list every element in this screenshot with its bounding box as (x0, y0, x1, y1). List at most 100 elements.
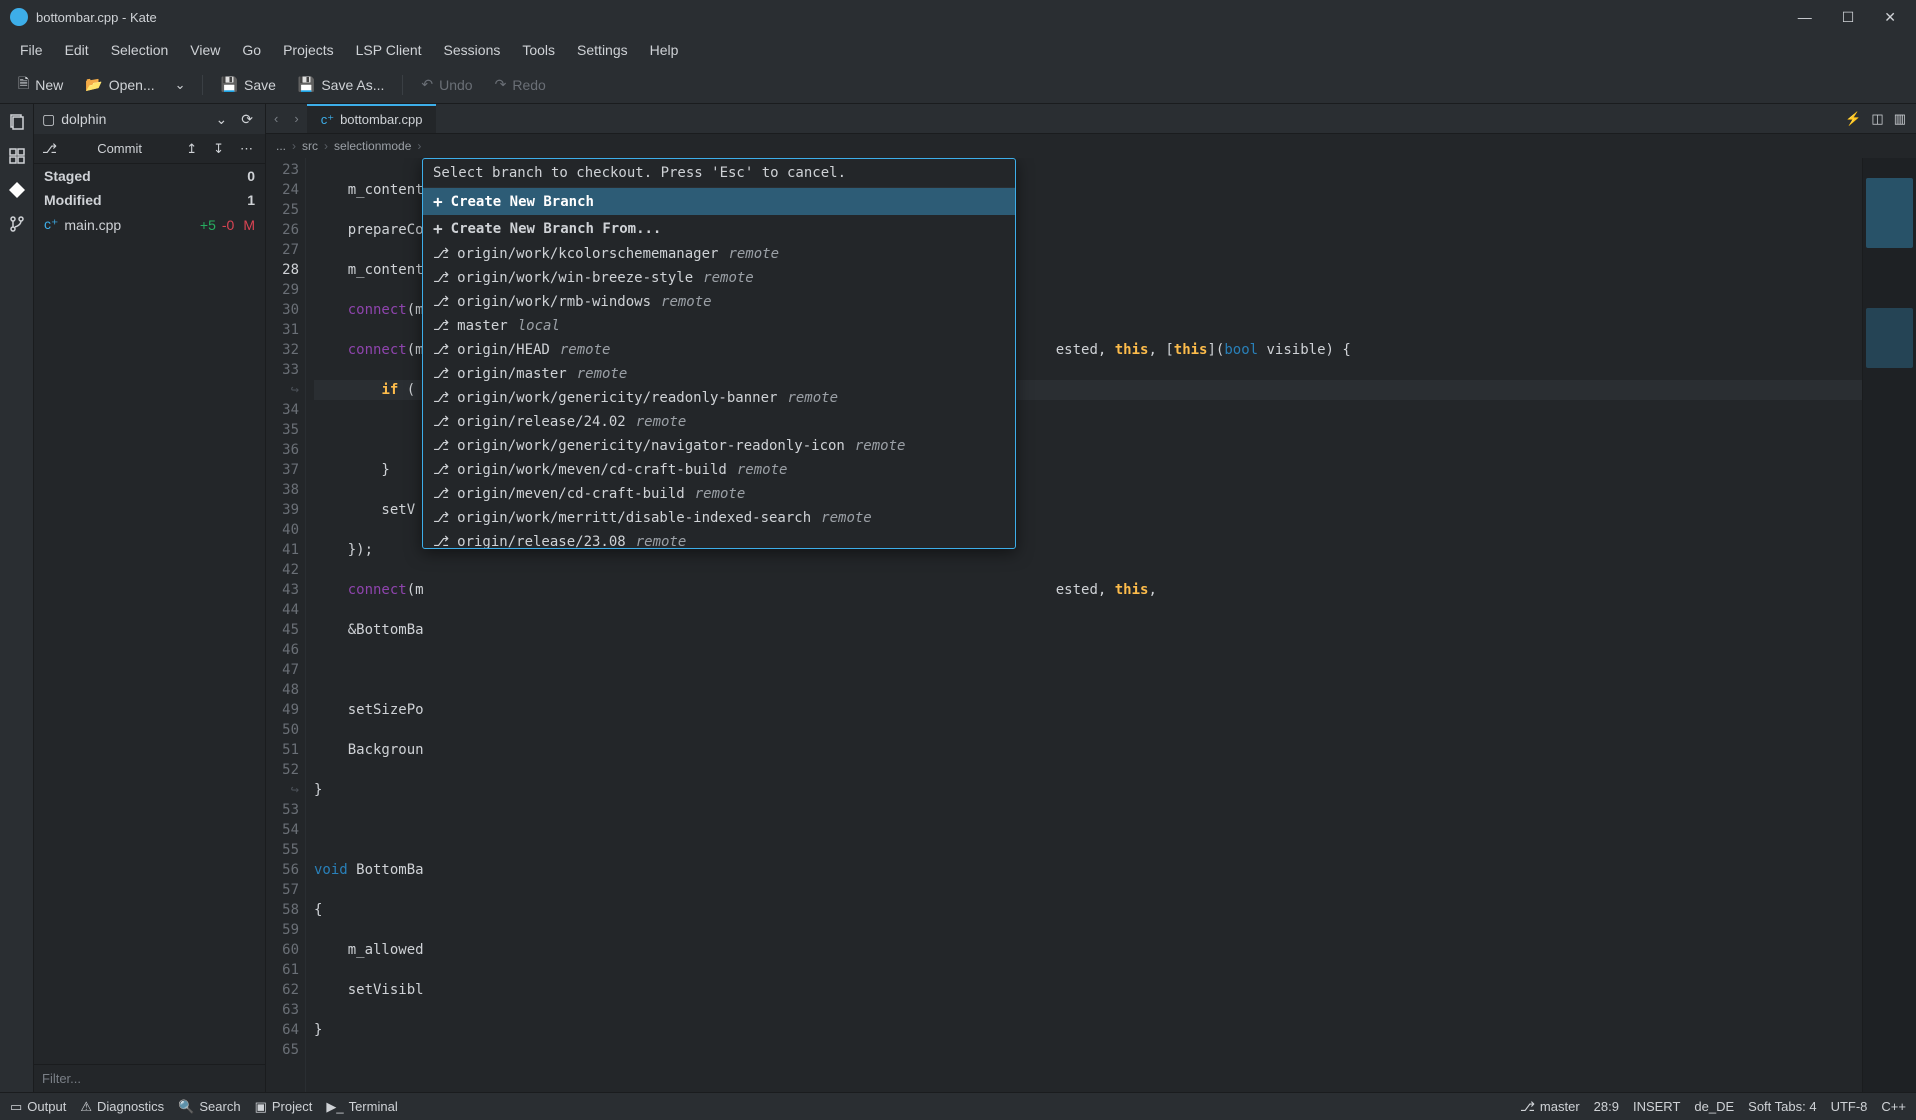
branch-item[interactable]: ⎇origin/master remote (423, 362, 1015, 386)
output-panel-button[interactable]: ▭ Output (10, 1099, 66, 1115)
more-icon[interactable]: ⋯ (236, 141, 257, 157)
branch-item[interactable]: ⎇origin/release/23.08 remote (423, 530, 1015, 548)
pull-icon[interactable]: ↧ (209, 141, 228, 157)
language-indicator[interactable]: C++ (1881, 1099, 1906, 1114)
undo-icon: ↶ (421, 76, 433, 93)
branch-picker-input[interactable]: Select branch to checkout. Press 'Esc' t… (423, 159, 1015, 188)
search-icon: 🔍 (178, 1099, 194, 1115)
git-commit-row: ⎇ Commit ↥ ↧ ⋯ (34, 134, 265, 164)
documents-icon[interactable] (5, 110, 29, 134)
cursor-position[interactable]: 28:9 (1594, 1099, 1619, 1114)
locale-indicator[interactable]: de_DE (1694, 1099, 1734, 1114)
app-icon (10, 8, 28, 26)
window-controls: — ☐ ✕ (1798, 9, 1906, 26)
tab-prev-button[interactable]: ‹ (266, 111, 286, 126)
create-branch-from-item[interactable]: +Create New Branch From... (423, 215, 1015, 242)
branch-picker: Select branch to checkout. Press 'Esc' t… (422, 158, 1016, 549)
branch-icon: ⎇ (1520, 1099, 1535, 1115)
diagnostics-icon: ⚠ (80, 1099, 92, 1115)
branch-item[interactable]: ⎇master local (423, 314, 1015, 338)
layout-icon[interactable]: ▥ (1894, 111, 1906, 127)
branch-item[interactable]: ⎇origin/work/rmb-windows remote (423, 290, 1015, 314)
indent-indicator[interactable]: Soft Tabs: 4 (1748, 1099, 1816, 1114)
new-button[interactable]: 🗎 New (10, 69, 71, 101)
branch-list: +Create New Branch+Create New Branch Fro… (423, 188, 1015, 548)
folder-icon: ▢ (42, 111, 55, 128)
title-bar: bottombar.cpp - Kate — ☐ ✕ (0, 0, 1916, 34)
cpp-file-icon: c⁺ (321, 112, 334, 128)
git-repo-header: ▢ dolphin ⌄ ⟳ (34, 104, 265, 134)
branch-item[interactable]: ⎇origin/work/win-breeze-style remote (423, 266, 1015, 290)
code-editor[interactable]: 2324252627282930313233↪34353637383940414… (266, 158, 1916, 1092)
undo-button[interactable]: ↶ Undo (413, 72, 480, 97)
maximize-button[interactable]: ☐ (1842, 9, 1855, 26)
branch-item[interactable]: ⎇origin/work/merritt/disable-indexed-sea… (423, 506, 1015, 530)
commit-button[interactable]: Commit (65, 141, 174, 156)
refresh-icon[interactable]: ⟳ (237, 111, 257, 128)
branch-item[interactable]: ⎇origin/meven/cd-craft-build remote (423, 482, 1015, 506)
create-branch-item[interactable]: +Create New Branch (423, 188, 1015, 215)
git-panel: ▢ dolphin ⌄ ⟳ ⎇ Commit ↥ ↧ ⋯ Staged 0 Mo… (34, 104, 266, 1092)
branch-item[interactable]: ⎇origin/work/meven/cd-craft-build remote (423, 458, 1015, 482)
edit-mode[interactable]: INSERT (1633, 1099, 1680, 1114)
branch-item[interactable]: ⎇origin/HEAD remote (423, 338, 1015, 362)
git-branch-icon[interactable] (5, 212, 29, 236)
quick-open-icon[interactable]: ⚡ (1845, 111, 1861, 127)
menu-edit[interactable]: Edit (55, 38, 99, 62)
branch-item[interactable]: ⎇origin/work/kcolorschememanager remote (423, 242, 1015, 266)
save-as-icon: 💾 (298, 76, 315, 93)
tab-active[interactable]: c⁺ bottombar.cpp (307, 104, 437, 133)
editor: ‹ › c⁺ bottombar.cpp ⚡ ◫ ▥ ... › src › s… (266, 104, 1916, 1092)
close-button[interactable]: ✕ (1884, 9, 1896, 26)
branch-item[interactable]: ⎇origin/release/24.02 remote (423, 410, 1015, 434)
diagnostics-panel-button[interactable]: ⚠ Diagnostics (80, 1099, 164, 1115)
encoding-indicator[interactable]: UTF-8 (1831, 1099, 1868, 1114)
minimap[interactable] (1862, 158, 1916, 1092)
save-as-button[interactable]: 💾 Save As... (290, 72, 392, 97)
staged-section[interactable]: Staged 0 (34, 164, 265, 188)
redo-button[interactable]: ↷ Redo (487, 72, 554, 97)
output-icon: ▭ (10, 1099, 22, 1115)
collapse-icon[interactable]: ⌄ (212, 111, 232, 128)
main-area: ▢ dolphin ⌄ ⟳ ⎇ Commit ↥ ↧ ⋯ Staged 0 Mo… (0, 104, 1916, 1092)
minimize-button[interactable]: — (1798, 9, 1812, 26)
projects-icon[interactable] (5, 144, 29, 168)
menu-projects[interactable]: Projects (273, 38, 344, 62)
menu-file[interactable]: File (10, 38, 53, 62)
repo-name: dolphin (61, 111, 205, 127)
menu-settings[interactable]: Settings (567, 38, 638, 62)
push-icon[interactable]: ↥ (182, 141, 201, 157)
terminal-panel-button[interactable]: ▶_ Terminal (326, 1099, 397, 1115)
menu-help[interactable]: Help (640, 38, 689, 62)
project-icon: ▣ (255, 1099, 267, 1115)
split-view-icon[interactable]: ◫ (1871, 111, 1883, 127)
menu-selection[interactable]: Selection (101, 38, 179, 62)
breadcrumb[interactable]: ... › src › selectionmode › (266, 134, 1916, 158)
branch-item[interactable]: ⎇origin/work/genericity/navigator-readon… (423, 434, 1015, 458)
open-folder-icon: 📂 (85, 76, 102, 93)
cpp-file-icon: c⁺ (44, 216, 58, 233)
left-sidebar (0, 104, 34, 1092)
tab-bar: ‹ › c⁺ bottombar.cpp ⚡ ◫ ▥ (266, 104, 1916, 134)
line-gutter: 2324252627282930313233↪34353637383940414… (266, 158, 306, 1092)
menu-tools[interactable]: Tools (512, 38, 565, 62)
git-icon[interactable] (5, 178, 29, 202)
branch-item[interactable]: ⎇origin/work/genericity/readonly-banner … (423, 386, 1015, 410)
modified-section[interactable]: Modified 1 (34, 188, 265, 212)
menu-view[interactable]: View (180, 38, 230, 62)
menu-sessions[interactable]: Sessions (434, 38, 511, 62)
open-dropdown-button[interactable]: ⌄ (169, 73, 192, 97)
open-button[interactable]: 📂 Open... (77, 72, 162, 97)
git-file-item[interactable]: c⁺ main.cpp +5 -0 M (34, 212, 265, 237)
redo-icon: ↷ (495, 76, 507, 93)
tab-next-button[interactable]: › (286, 111, 306, 126)
separator (202, 75, 203, 95)
filter-input[interactable] (42, 1071, 257, 1086)
terminal-icon: ▶_ (326, 1099, 343, 1115)
branch-indicator[interactable]: ⎇ master (1520, 1099, 1580, 1115)
menu-go[interactable]: Go (232, 38, 271, 62)
project-panel-button[interactable]: ▣ Project (255, 1099, 313, 1115)
menu-lsp-client[interactable]: LSP Client (346, 38, 432, 62)
search-panel-button[interactable]: 🔍 Search (178, 1099, 240, 1115)
save-button[interactable]: 💾 Save (213, 72, 284, 97)
